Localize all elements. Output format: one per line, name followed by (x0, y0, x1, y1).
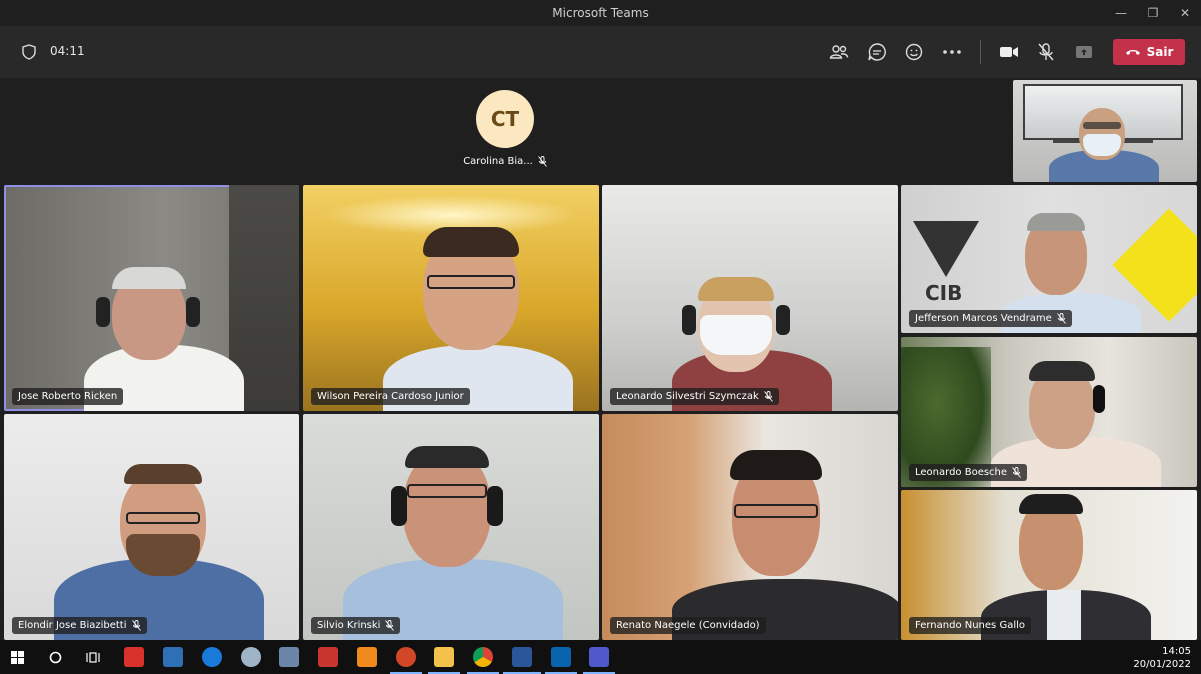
avatar: CT (476, 90, 534, 148)
participant-name-tag: Renato Naegele (Convidado) (610, 617, 766, 634)
edge-browser-icon[interactable] (202, 647, 222, 667)
participant-name-tag: Jose Roberto Ricken (12, 388, 124, 405)
restore-icon[interactable]: ❐ (1137, 0, 1169, 26)
microphone-muted-icon (1056, 313, 1066, 324)
clock-date: 20/01/2022 (1133, 659, 1191, 670)
meeting-stage: CT Carolina Bia... Jose Roberto Ricken W… (0, 78, 1201, 640)
participant-name-tag: Elondir Jose Biazibetti (12, 617, 147, 634)
participant-name: Fernando Nunes Gallo (915, 620, 1025, 631)
participant-name: Leonardo Boesche (915, 467, 1008, 478)
task-view-icon[interactable] (86, 651, 100, 664)
raise-hand-icon (905, 43, 923, 61)
chat-icon (868, 43, 886, 61)
cib-logo-text: CIB (925, 281, 963, 305)
teams-icon[interactable] (589, 647, 609, 667)
movies-app-icon[interactable] (163, 647, 183, 667)
participant-name: Jose Roberto Ricken (18, 391, 118, 402)
participant-name: Carolina Bia... (463, 156, 533, 167)
outlook-icon[interactable] (551, 647, 571, 667)
participant-name: Wilson Pereira Cardoso Junior (317, 391, 464, 402)
share-screen-icon (1076, 46, 1092, 58)
participant-name-tag: Silvio Krinski (311, 617, 401, 634)
file-explorer-icon[interactable] (434, 647, 454, 667)
participant-tile[interactable]: Wilson Pereira Cardoso Junior (303, 185, 599, 411)
microphone-muted-icon (385, 620, 395, 631)
window-title: Microsoft Teams (552, 6, 649, 20)
close-icon[interactable]: ✕ (1169, 0, 1201, 26)
word-icon[interactable] (512, 647, 532, 667)
participant-name: Renato Naegele (Convidado) (616, 620, 760, 631)
reactions-button[interactable] (902, 40, 926, 64)
participant-tile[interactable]: Renato Naegele (Convidado) (602, 414, 898, 640)
chrome-icon[interactable] (473, 647, 493, 667)
meeting-toolbar: 04:11 Sair (0, 26, 1201, 78)
toolbar-divider (980, 40, 981, 64)
featured-participant[interactable]: CT Carolina Bia... (460, 90, 550, 167)
featured-name: Carolina Bia... (460, 156, 550, 167)
microphone-muted-icon (537, 156, 547, 167)
microphone-muted-icon (1038, 43, 1054, 61)
security-app-icon[interactable] (318, 647, 338, 667)
camera-icon (1000, 47, 1018, 57)
microphone-button[interactable] (1034, 40, 1058, 64)
participant-name: Elondir Jose Biazibetti (18, 620, 127, 631)
share-screen-button[interactable] (1072, 40, 1096, 64)
microphone-muted-icon (1012, 467, 1021, 478)
camera-button[interactable] (997, 40, 1021, 64)
hang-up-icon (1125, 50, 1140, 55)
microphone-muted-icon (131, 620, 141, 631)
search-icon[interactable] (49, 651, 62, 664)
paint-app-icon[interactable] (357, 647, 377, 667)
participant-tile[interactable]: Silvio Krinski (303, 414, 599, 640)
self-view-video[interactable] (1013, 80, 1197, 182)
participant-tile[interactable]: Fernando Nunes Gallo (901, 490, 1197, 640)
participant-tile[interactable]: Jose Roberto Ricken (4, 185, 299, 411)
people-icon (829, 45, 849, 59)
meeting-timer: 04:11 (50, 44, 85, 58)
participant-name: Jefferson Marcos Vendrame (915, 313, 1052, 324)
more-actions-button[interactable] (940, 40, 964, 64)
calculator-icon[interactable] (279, 647, 299, 667)
participant-tile[interactable]: Leonardo Silvestri Szymczak (602, 185, 898, 411)
participants-button[interactable] (827, 40, 851, 64)
cib-logo-icon (913, 221, 979, 277)
taskbar: 14:05 20/01/2022 (0, 640, 1201, 674)
window-controls: — ❐ ✕ (1105, 0, 1201, 26)
title-bar: Microsoft Teams — ❐ ✕ (0, 0, 1201, 26)
participant-name: Leonardo Silvestri Szymczak (616, 391, 759, 402)
more-icon (943, 50, 961, 54)
participant-tile[interactable]: CIB Jefferson Marcos Vendrame (901, 185, 1197, 333)
participant-name-tag: Leonardo Boesche (909, 464, 1028, 481)
participant-name-tag: Leonardo Silvestri Szymczak (610, 388, 779, 405)
shield-icon (22, 44, 36, 60)
powerpoint-icon[interactable] (396, 647, 416, 667)
system-clock[interactable]: 14:05 20/01/2022 (1133, 645, 1191, 671)
anydesk-icon[interactable] (124, 647, 144, 667)
windows-start-icon[interactable] (11, 651, 24, 664)
chat-button[interactable] (865, 40, 889, 64)
participant-name-tag: Fernando Nunes Gallo (909, 617, 1031, 634)
participant-tile[interactable]: Leonardo Boesche (901, 337, 1197, 487)
participant-name-tag: Wilson Pereira Cardoso Junior (311, 388, 470, 405)
leave-label: Sair (1146, 45, 1174, 59)
participant-name-tag: Jefferson Marcos Vendrame (909, 310, 1072, 327)
leave-button[interactable]: Sair (1113, 39, 1185, 65)
microphone-muted-icon (763, 391, 773, 402)
remote-desktop-icon[interactable] (241, 647, 261, 667)
participant-tile[interactable]: Elondir Jose Biazibetti (4, 414, 299, 640)
participant-name: Silvio Krinski (317, 620, 381, 631)
minimize-icon[interactable]: — (1105, 0, 1137, 26)
clock-time: 14:05 (1162, 646, 1191, 657)
